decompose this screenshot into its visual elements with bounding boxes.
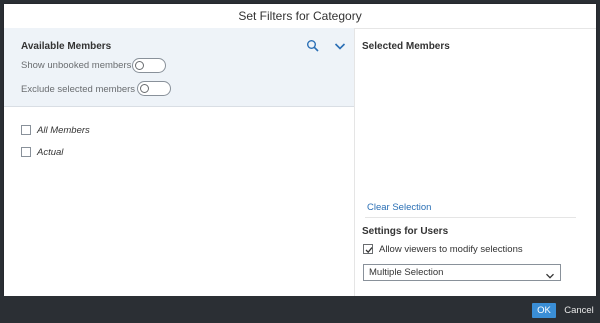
selection-mode-value: Multiple Selection [369,267,444,278]
available-members-title: Available Members [21,41,112,52]
show-unbooked-label: Show unbooked members [21,60,132,71]
toggle-knob [135,61,144,70]
toggle-knob [140,84,149,93]
selected-members-title: Selected Members [362,41,450,52]
available-members-header: Available Members Show unbooked members … [4,28,354,107]
allow-viewers-checkbox[interactable] [363,244,373,254]
exclude-selected-toggle[interactable] [137,81,171,96]
list-item[interactable]: All Members [21,123,90,137]
chevron-down-icon[interactable] [333,39,347,53]
list-item[interactable]: Actual [21,145,63,159]
divider [365,217,576,218]
allow-viewers-option[interactable]: Allow viewers to modify selections [363,242,523,256]
show-unbooked-toggle[interactable] [132,58,166,73]
selected-members-pane: Selected Members Clear Selection Setting… [355,28,596,296]
checkmark-icon [365,247,373,254]
member-label: Actual [37,146,64,158]
exclude-selected-label: Exclude selected members [21,84,136,95]
member-label: All Members [37,124,90,136]
member-checkbox-actual[interactable] [21,147,31,157]
search-icon[interactable] [306,39,320,53]
allow-viewers-label: Allow viewers to modify selections [379,243,523,255]
dialog-title: Set Filters for Category [4,4,596,29]
ok-button[interactable]: OK [532,303,556,318]
settings-for-users-title: Settings for Users [362,226,449,237]
chevron-down-icon [545,268,555,279]
set-filters-dialog: Set Filters for Category Available Membe… [4,4,596,296]
member-checkbox-all-members[interactable] [21,125,31,135]
dialog-footer [0,296,600,323]
cancel-button[interactable]: Cancel [562,303,596,318]
available-members-pane: Available Members Show unbooked members … [4,28,355,296]
selection-mode-select[interactable]: Multiple Selection [363,264,561,281]
clear-selection-link[interactable]: Clear Selection [367,202,431,213]
